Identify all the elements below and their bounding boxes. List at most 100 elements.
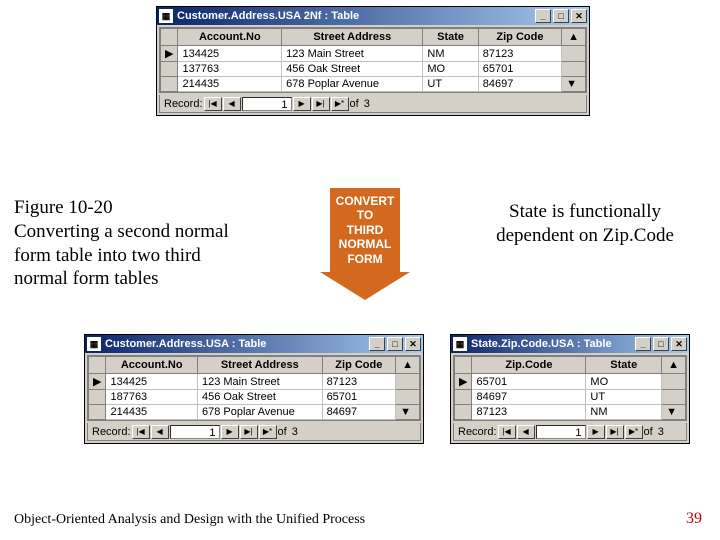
maximize-button[interactable]: □ xyxy=(653,337,669,351)
cell[interactable]: 187763 xyxy=(106,390,198,405)
nav-new-button[interactable]: ▶* xyxy=(259,425,277,439)
scroll-down-icon[interactable]: ▼ xyxy=(396,405,420,420)
scroll-down-icon[interactable]: ▼ xyxy=(562,77,586,92)
nav-prev-button[interactable]: ◀ xyxy=(223,97,241,111)
cell[interactable]: NM xyxy=(586,405,662,420)
data-grid: Account.No Street Address Zip Code ▲ ▶ 1… xyxy=(87,355,421,421)
col-header[interactable]: Street Address xyxy=(282,29,423,46)
scroll-up-icon[interactable]: ▲ xyxy=(562,29,586,46)
maximize-button[interactable]: □ xyxy=(553,9,569,23)
record-navigator: Record: |◀ ◀ 1 ▶ ▶| ▶* of 3 xyxy=(159,95,587,113)
col-header[interactable]: Zip Code xyxy=(478,29,561,46)
close-button[interactable]: ✕ xyxy=(571,9,587,23)
table-row[interactable]: 84697 UT xyxy=(455,390,686,405)
titlebar[interactable]: ▦ Customer.Address.USA 2Nf : Table _ □ ✕ xyxy=(157,7,589,25)
table-row[interactable]: 214435 678 Poplar Avenue 84697 ▼ xyxy=(89,405,420,420)
row-selector-icon[interactable]: ▶ xyxy=(161,46,178,62)
minimize-button[interactable]: _ xyxy=(535,9,551,23)
row-selector-icon[interactable]: ▶ xyxy=(89,374,106,390)
record-of-label: of xyxy=(278,426,287,438)
cell[interactable]: NM xyxy=(423,46,478,62)
cell[interactable]: 87123 xyxy=(472,405,586,420)
col-header[interactable]: Account.No xyxy=(106,357,198,374)
titlebar[interactable]: ▦ State.Zip.Code.USA : Table _ □ ✕ xyxy=(451,335,689,353)
cell[interactable]: 65701 xyxy=(472,374,586,390)
close-button[interactable]: ✕ xyxy=(405,337,421,351)
cell[interactable]: 87123 xyxy=(478,46,561,62)
nav-new-button[interactable]: ▶* xyxy=(625,425,643,439)
col-header[interactable]: Zip Code xyxy=(322,357,396,374)
cell[interactable]: 678 Poplar Avenue xyxy=(197,405,322,420)
data-grid: Zip.Code State ▲ ▶ 65701 MO 84697 UT 871… xyxy=(453,355,687,421)
scroll-up-icon[interactable]: ▲ xyxy=(396,357,420,374)
cell[interactable]: 134425 xyxy=(178,46,282,62)
record-number-input[interactable]: 1 xyxy=(536,425,586,439)
footer-text: Object-Oriented Analysis and Design with… xyxy=(14,512,365,528)
cell[interactable]: 84697 xyxy=(322,405,396,420)
nav-last-button[interactable]: ▶| xyxy=(312,97,330,111)
nav-first-button[interactable]: |◀ xyxy=(204,97,222,111)
maximize-button[interactable]: □ xyxy=(387,337,403,351)
col-header[interactable]: Zip.Code xyxy=(472,357,586,374)
col-header[interactable]: State xyxy=(586,357,662,374)
table-icon: ▦ xyxy=(453,337,467,351)
page-number: 39 xyxy=(686,510,702,528)
table-icon: ▦ xyxy=(159,9,173,23)
record-navigator: Record: |◀ ◀ 1 ▶ ▶| ▶* of 3 xyxy=(453,423,687,441)
cell[interactable]: 87123 xyxy=(322,374,396,390)
nav-next-button[interactable]: ▶ xyxy=(293,97,311,111)
nav-next-button[interactable]: ▶ xyxy=(587,425,605,439)
table-row[interactable]: ▶ 134425 123 Main Street 87123 xyxy=(89,374,420,390)
nav-next-button[interactable]: ▶ xyxy=(221,425,239,439)
record-total: 3 xyxy=(658,426,664,438)
cell[interactable]: 123 Main Street xyxy=(282,46,423,62)
cell[interactable]: 84697 xyxy=(478,77,561,92)
record-total: 3 xyxy=(292,426,298,438)
nav-last-button[interactable]: ▶| xyxy=(240,425,258,439)
minimize-button[interactable]: _ xyxy=(635,337,651,351)
scroll-up-icon[interactable]: ▲ xyxy=(662,357,686,374)
cell[interactable]: 456 Oak Street xyxy=(197,390,322,405)
table-row[interactable]: 187763 456 Oak Street 65701 xyxy=(89,390,420,405)
col-header[interactable]: Street Address xyxy=(197,357,322,374)
cell[interactable]: MO xyxy=(586,374,662,390)
nav-prev-button[interactable]: ◀ xyxy=(151,425,169,439)
window-title: Customer.Address.USA 2Nf : Table xyxy=(177,10,359,22)
table-row[interactable]: ▶ 65701 MO xyxy=(455,374,686,390)
table-row[interactable]: ▶ 134425 123 Main Street NM 87123 xyxy=(161,46,586,62)
cell[interactable]: 123 Main Street xyxy=(197,374,322,390)
table-row[interactable]: 214435 678 Poplar Avenue UT 84697 ▼ xyxy=(161,77,586,92)
table-row[interactable]: 137763 456 Oak Street MO 65701 xyxy=(161,62,586,77)
record-number-input[interactable]: 1 xyxy=(242,97,292,111)
scroll-down-icon[interactable]: ▼ xyxy=(662,405,686,420)
nav-new-button[interactable]: ▶* xyxy=(331,97,349,111)
cell[interactable]: 65701 xyxy=(322,390,396,405)
cell[interactable]: 678 Poplar Avenue xyxy=(282,77,423,92)
table-window-top: ▦ Customer.Address.USA 2Nf : Table _ □ ✕… xyxy=(156,6,590,116)
col-header[interactable]: State xyxy=(423,29,478,46)
header-row: Account.No Street Address State Zip Code… xyxy=(161,29,586,46)
nav-first-button[interactable]: |◀ xyxy=(498,425,516,439)
record-number-input[interactable]: 1 xyxy=(170,425,220,439)
table-row[interactable]: 87123 NM ▼ xyxy=(455,405,686,420)
cell[interactable]: UT xyxy=(423,77,478,92)
titlebar[interactable]: ▦ Customer.Address.USA : Table _ □ ✕ xyxy=(85,335,423,353)
cell[interactable]: 65701 xyxy=(478,62,561,77)
convert-arrow: CONVERT TO THIRD NORMAL FORM xyxy=(320,188,410,300)
minimize-button[interactable]: _ xyxy=(369,337,385,351)
cell[interactable]: MO xyxy=(423,62,478,77)
record-of-label: of xyxy=(644,426,653,438)
cell[interactable]: UT xyxy=(586,390,662,405)
row-selector-icon[interactable]: ▶ xyxy=(455,374,472,390)
cell[interactable]: 214435 xyxy=(178,77,282,92)
cell[interactable]: 137763 xyxy=(178,62,282,77)
close-button[interactable]: ✕ xyxy=(671,337,687,351)
cell[interactable]: 84697 xyxy=(472,390,586,405)
cell[interactable]: 134425 xyxy=(106,374,198,390)
cell[interactable]: 456 Oak Street xyxy=(282,62,423,77)
cell[interactable]: 214435 xyxy=(106,405,198,420)
nav-first-button[interactable]: |◀ xyxy=(132,425,150,439)
nav-last-button[interactable]: ▶| xyxy=(606,425,624,439)
nav-prev-button[interactable]: ◀ xyxy=(517,425,535,439)
col-header[interactable]: Account.No xyxy=(178,29,282,46)
